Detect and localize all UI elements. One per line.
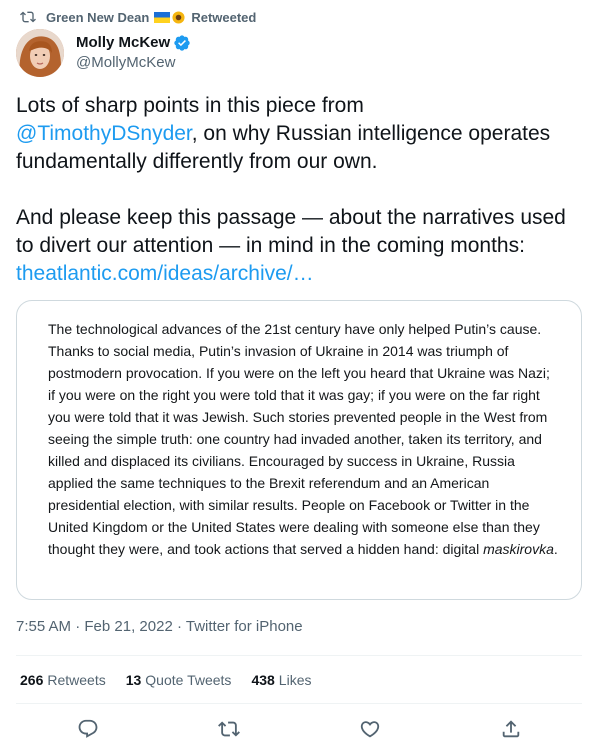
avatar[interactable] [16, 29, 64, 77]
reply-icon [78, 719, 98, 738]
like-button[interactable] [358, 717, 382, 741]
share-button[interactable] [499, 717, 523, 741]
heart-icon [360, 721, 380, 738]
reply-button[interactable] [76, 717, 100, 741]
tweet-time[interactable]: 7:55 AM [16, 618, 71, 635]
passage-text: The technological advances of the 21st c… [48, 318, 558, 560]
retweets-label: Retweets [47, 672, 106, 688]
likes-stat[interactable]: 438 Likes [251, 670, 311, 690]
divider [16, 655, 582, 656]
retweet-icon [20, 11, 36, 23]
tweet-timestamp: 7:55 AM · Feb 21, 2022 · Twitter for iPh… [16, 617, 303, 637]
tweet-client[interactable]: Twitter for iPhone [186, 618, 303, 635]
divider [16, 703, 582, 704]
likes-count: 438 [251, 672, 275, 688]
likes-label: Likes [278, 672, 312, 688]
quote-tweets-label: Quote Tweets [145, 672, 232, 688]
retweeter-name[interactable]: Green New Dean [46, 10, 149, 25]
retweets-count: 266 [20, 672, 44, 688]
retweet-icon [218, 721, 240, 737]
tweet-text: Lots of sharp points in this piece from … [16, 92, 582, 288]
share-icon [502, 720, 520, 738]
quote-tweets-count: 13 [125, 672, 142, 688]
retweet-banner[interactable]: Green New Dean Retweeted [20, 8, 256, 26]
ukraine-flag-icon [154, 11, 171, 23]
passage-text-main: The technological advances of the 21st c… [48, 321, 550, 557]
sunflower-icon [172, 10, 185, 24]
meta-separator: · [75, 618, 81, 635]
tweet-text-paragraph-2: And please keep this passage — about the… [16, 206, 566, 257]
passage-text-end: . [553, 541, 558, 557]
passage-image[interactable]: The technological advances of the 21st c… [16, 300, 582, 600]
quote-tweets-stat[interactable]: 13 Quote Tweets [126, 670, 232, 690]
retweets-stat[interactable]: 266 Retweets [20, 670, 106, 690]
passage-text-italic: maskirovka [483, 541, 554, 557]
tweet-author[interactable]: Molly McKew @MollyMcKew [16, 28, 191, 78]
tweet-text-intro: Lots of sharp points in this piece from [16, 94, 364, 117]
tweet-date[interactable]: Feb 21, 2022 [84, 618, 172, 635]
author-handle[interactable]: @MollyMcKew [76, 53, 191, 73]
article-link[interactable]: theatlantic.com/ideas/archive/… [16, 262, 314, 285]
retweet-action-label: Retweeted [191, 9, 257, 25]
action-bar [16, 714, 582, 744]
meta-separator: · [176, 618, 182, 635]
mention-link[interactable]: @TimothyDSnyder [16, 122, 192, 145]
engagement-stats: 266 Retweets 13 Quote Tweets 438 Likes [20, 670, 331, 690]
author-display-name[interactable]: Molly McKew [76, 33, 170, 53]
verified-badge-icon [174, 35, 190, 51]
retweet-button[interactable] [217, 717, 241, 741]
